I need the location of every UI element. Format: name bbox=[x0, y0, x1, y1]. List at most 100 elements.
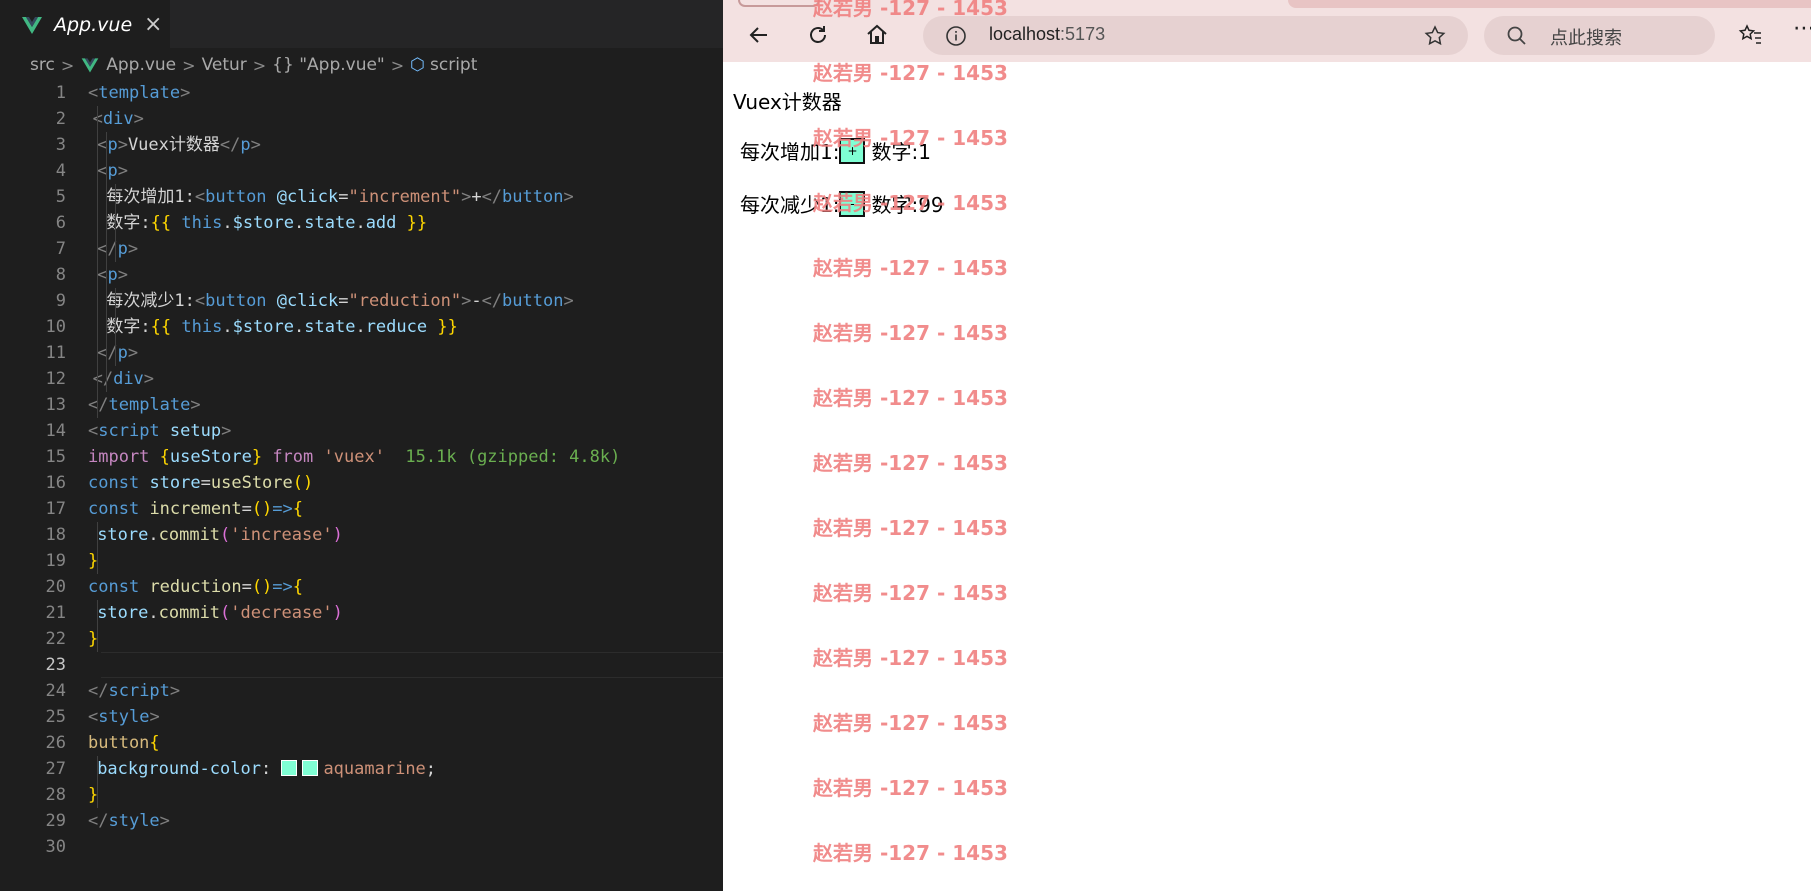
line-number: 11 bbox=[45, 343, 66, 363]
cube-icon: ⬡ bbox=[410, 55, 426, 75]
code-text: const reduction=()=>{ bbox=[88, 577, 304, 597]
code-text: 每次增加1:<button @click="increment">+</butt… bbox=[106, 187, 574, 207]
close-icon[interactable]: × bbox=[144, 14, 162, 36]
code-line[interactable]: 26 button{ bbox=[0, 730, 723, 756]
code-line[interactable]: 19} bbox=[0, 548, 723, 574]
favorites-icon[interactable] bbox=[1737, 23, 1763, 47]
code-line[interactable]: 1 <template> bbox=[0, 80, 723, 106]
code-line[interactable]: 10 数字:{{ this.$store.state.reduce }} bbox=[0, 314, 723, 340]
breadcrumb-separator: > bbox=[252, 55, 267, 75]
code-line[interactable]: 2 <div> bbox=[0, 106, 723, 132]
home-button[interactable] bbox=[861, 19, 893, 51]
code-text: </style> bbox=[88, 811, 170, 831]
code-line[interactable]: 15 import {useStore} from 'vuex' 15.1k (g… bbox=[0, 444, 723, 470]
breadcrumb: src > App.vue > Vetur > {} "App.vue" > ⬡… bbox=[30, 52, 477, 78]
breadcrumb-symbol[interactable]: script bbox=[430, 55, 477, 75]
line-number: 6 bbox=[55, 213, 66, 233]
search-placeholder: 点此搜索 bbox=[1550, 28, 1622, 49]
code-text: </script> bbox=[88, 681, 181, 701]
code-line[interactable]: 17 const increment=()=>{ bbox=[0, 496, 723, 522]
code-line[interactable]: 16 const store=useStore() bbox=[0, 470, 723, 496]
line-number: 17 bbox=[45, 499, 66, 519]
code-text: </p> bbox=[97, 239, 139, 259]
code-line[interactable]: 30 bbox=[0, 834, 723, 860]
breadcrumb-file[interactable]: App.vue bbox=[106, 55, 176, 75]
code-text: <p> bbox=[97, 265, 128, 285]
browser-tab-edge[interactable] bbox=[738, 0, 820, 7]
line-number: 2 bbox=[55, 109, 66, 129]
decrement-button[interactable]: - bbox=[839, 190, 866, 217]
code-line[interactable]: 13 </template> bbox=[0, 392, 723, 418]
line-number: 4 bbox=[55, 161, 66, 181]
address-bar[interactable]: localhost:5173 bbox=[923, 16, 1468, 55]
line-number: 30 bbox=[45, 837, 66, 857]
code-line[interactable]: 29 </style> bbox=[0, 808, 723, 834]
info-icon[interactable] bbox=[945, 25, 967, 47]
code-line[interactable]: 25 <style> bbox=[0, 704, 723, 730]
line-number: 19 bbox=[45, 551, 66, 571]
back-button[interactable] bbox=[743, 19, 775, 51]
code-line[interactable]: 8 <p> bbox=[0, 262, 723, 288]
line-number: 23 bbox=[45, 655, 66, 675]
color-swatch[interactable] bbox=[302, 760, 319, 776]
color-swatch[interactable] bbox=[281, 760, 298, 776]
browser-tab-strip bbox=[1288, 0, 1811, 8]
code-line[interactable]: 14 <script setup> bbox=[0, 418, 723, 444]
line-number: 9 bbox=[55, 291, 66, 311]
code-line[interactable]: 5 每次增加1:<button @click="increment">+</but… bbox=[0, 184, 723, 210]
code-line[interactable]: 20 const reduction=()=>{ bbox=[0, 574, 723, 600]
code-line[interactable]: 6 数字:{{ this.$store.state.add }} bbox=[0, 210, 723, 236]
code-line[interactable]: 24 </script> bbox=[0, 678, 723, 704]
current-line-highlight bbox=[101, 652, 723, 678]
code-text: 数字:{{ this.$store.state.reduce }} bbox=[106, 317, 458, 337]
line-number: 1 bbox=[55, 83, 66, 103]
vue-file-icon bbox=[81, 58, 99, 73]
line-number: 7 bbox=[55, 239, 66, 259]
code-text: <div> bbox=[93, 109, 144, 129]
home-icon bbox=[867, 24, 887, 44]
line-number: 14 bbox=[45, 421, 66, 441]
code-line[interactable]: 12 </div> bbox=[0, 366, 723, 392]
code-line[interactable]: 9 每次减少1:<button @click="reduction">-</but… bbox=[0, 288, 723, 314]
indent-guide bbox=[97, 522, 98, 574]
line-number: 28 bbox=[45, 785, 66, 805]
code-line[interactable]: 21 store.commit('decrease') bbox=[0, 600, 723, 626]
line-number: 5 bbox=[55, 187, 66, 207]
breadcrumb-language[interactable]: Vetur bbox=[202, 55, 247, 75]
code-line[interactable]: 28} bbox=[0, 782, 723, 808]
code-line[interactable]: 18 store.commit('increase') bbox=[0, 522, 723, 548]
code-text: const store=useStore() bbox=[88, 473, 314, 493]
code-text: store.commit('increase') bbox=[97, 525, 343, 545]
browser-toolbar: localhost:5173 点此搜索 ⋯ bbox=[723, 0, 1811, 62]
code-text: <template> bbox=[88, 83, 191, 103]
increment-label: 每次增加1: bbox=[740, 140, 840, 164]
search-box[interactable]: 点此搜索 bbox=[1484, 16, 1715, 55]
code-line[interactable]: 27 background-color: aquamarine; bbox=[0, 756, 723, 782]
code-line[interactable]: 3 <p>Vuex计数器</p> bbox=[0, 132, 723, 158]
tab-app-vue[interactable]: App.vue × bbox=[0, 0, 170, 48]
url-text[interactable]: localhost:5173 bbox=[989, 24, 1105, 45]
breadcrumb-object[interactable]: {} "App.vue" bbox=[272, 55, 385, 75]
code-line[interactable]: 11 </p> bbox=[0, 340, 723, 366]
code-line[interactable]: 7 </p> bbox=[0, 236, 723, 262]
code-text: background-color: aquamarine; bbox=[97, 759, 437, 779]
indent-guide bbox=[115, 288, 116, 366]
favorite-star-icon[interactable] bbox=[1423, 24, 1447, 48]
reload-button[interactable] bbox=[802, 19, 834, 51]
code-line[interactable]: 4 <p> bbox=[0, 158, 723, 184]
code-text: <p>Vuex计数器</p> bbox=[97, 135, 261, 155]
line-number: 15 bbox=[45, 447, 66, 467]
code-editor[interactable]: App.vue × src > App.vue > Vetur > {} "Ap… bbox=[0, 0, 723, 891]
editor-tab-bar: App.vue × bbox=[0, 0, 723, 48]
increment-button[interactable]: + bbox=[839, 137, 866, 164]
breadcrumb-folder[interactable]: src bbox=[30, 55, 55, 75]
line-number: 29 bbox=[45, 811, 66, 831]
code-line[interactable]: 22} bbox=[0, 626, 723, 652]
page-title: Vuex计数器 bbox=[733, 90, 842, 114]
code-line[interactable]: 23 bbox=[0, 652, 723, 678]
more-menu-icon[interactable]: ⋯ bbox=[1793, 16, 1811, 41]
code-text: 数字:{{ this.$store.state.add }} bbox=[106, 213, 428, 233]
code-text: </div> bbox=[92, 369, 155, 389]
add-value: 数字:1 bbox=[871, 140, 931, 164]
breadcrumb-separator: > bbox=[390, 55, 405, 75]
